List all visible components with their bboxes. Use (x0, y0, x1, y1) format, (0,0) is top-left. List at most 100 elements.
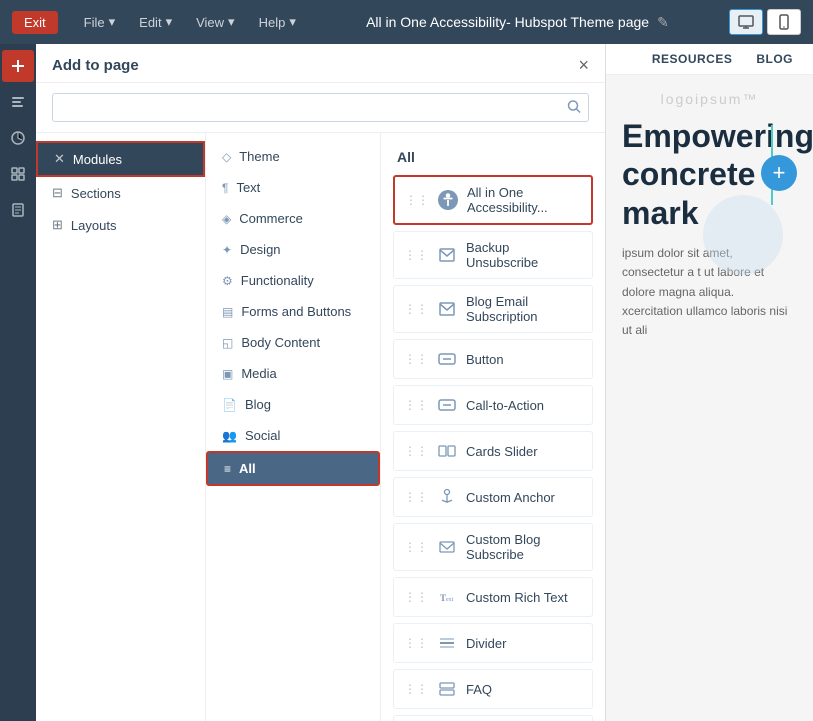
drag-handle-icon: ⋮⋮ (404, 540, 428, 554)
module-name: Button (466, 352, 504, 367)
module-divider-icon (436, 632, 458, 654)
layouts-icon: ⊞ (52, 217, 63, 233)
cat-text[interactable]: ¶Text (206, 172, 380, 203)
module-custom-rich-text[interactable]: ⋮⋮ Text Custom Rich Text (393, 577, 593, 617)
resources-nav-item[interactable]: RESOURCES (652, 52, 733, 66)
module-name: FAQ (466, 682, 492, 697)
add-module-button[interactable] (2, 50, 34, 82)
cat-forms[interactable]: ▤Forms and Buttons (206, 296, 380, 327)
module-name: Backup Unsubscribe (466, 240, 582, 270)
module-cards-icon (436, 440, 458, 462)
layout-button[interactable] (2, 158, 34, 190)
module-all-in-one[interactable]: ⋮⋮ All in One Accessibility... (393, 175, 593, 225)
body-icon: ◱ (222, 336, 233, 350)
file-menu[interactable]: File ▾ (74, 10, 125, 34)
module-email-icon (436, 298, 458, 320)
module-name: Custom Blog Subscribe (466, 532, 582, 562)
module-faq-icon (436, 678, 458, 700)
drag-handle-icon: ⋮⋮ (404, 490, 428, 504)
search-input[interactable] (52, 93, 589, 122)
cat-commerce[interactable]: ◈Commerce (206, 203, 380, 234)
cat-body[interactable]: ◱Body Content (206, 327, 380, 358)
svg-text:ext: ext (446, 597, 454, 603)
layouts-nav-item[interactable]: ⊞ Layouts (36, 209, 205, 241)
navigator-button[interactable] (2, 86, 34, 118)
cat-social[interactable]: 👥Social (206, 420, 380, 451)
style-icon (10, 130, 26, 146)
cat-functionality[interactable]: ⚙Functionality (206, 265, 380, 296)
sections-nav-item[interactable]: ⊟ Sections (36, 177, 205, 209)
sections-icon: ⊟ (52, 185, 63, 201)
decorative-circle (703, 195, 783, 275)
drag-handle-icon: ⋮⋮ (405, 193, 429, 207)
cat-theme[interactable]: ◇Theme (206, 141, 380, 172)
module-cards-slider[interactable]: ⋮⋮ Cards Slider (393, 431, 593, 471)
modules-nav-item[interactable]: ✕ Modules (36, 141, 205, 177)
style-button[interactable] (2, 122, 34, 154)
blog-icon: 📄 (222, 398, 237, 412)
cat-blog[interactable]: 📄Blog (206, 389, 380, 420)
panel-close-button[interactable]: × (578, 56, 589, 74)
drag-handle-icon: ⋮⋮ (404, 636, 428, 650)
module-faq[interactable]: ⋮⋮ FAQ (393, 669, 593, 709)
blog-nav-item[interactable]: BLOG (756, 52, 793, 66)
module-button-icon (436, 348, 458, 370)
module-featured-cards[interactable]: ⋮⋮ Featured Cards (393, 715, 593, 721)
view-menu[interactable]: View ▾ (186, 10, 244, 34)
desktop-icon (738, 14, 754, 30)
design-icon: ✦ (222, 243, 232, 257)
module-blog-subscribe-icon (436, 536, 458, 558)
desktop-view-button[interactable] (729, 9, 763, 35)
panel-modules: All ⋮⋮ All in One Accessibility... ⋮⋮ (381, 133, 605, 721)
module-name: Custom Anchor (466, 490, 555, 505)
module-cta[interactable]: ⋮⋮ Call-to-Action (393, 385, 593, 425)
layout-icon (10, 166, 26, 182)
content-area: RESOURCES BLOG logoipsum™ Empowering con… (606, 44, 813, 721)
module-blog-email[interactable]: ⋮⋮ Blog Email Subscription (393, 285, 593, 333)
functionality-icon: ⚙ (222, 274, 233, 288)
module-button[interactable]: ⋮⋮ Button (393, 339, 593, 379)
exit-button[interactable]: Exit (12, 11, 58, 34)
module-anchor-icon (436, 486, 458, 508)
module-name: Call-to-Action (466, 398, 544, 413)
theme-icon: ◇ (222, 150, 231, 164)
edit-menu[interactable]: Edit ▾ (129, 10, 182, 34)
cat-design[interactable]: ✦Design (206, 234, 380, 265)
commerce-icon: ◈ (222, 212, 231, 226)
module-name: Blog Email Subscription (466, 294, 582, 324)
section-label: All (393, 141, 593, 175)
search-bar (36, 83, 605, 133)
main-layout: Add to page × ✕ Modules ⊟ Sections (0, 44, 813, 721)
sidebar-icons (0, 44, 36, 721)
pages-button[interactable] (2, 194, 34, 226)
drag-handle-icon: ⋮⋮ (404, 682, 428, 696)
module-rich-text-icon: Text (436, 586, 458, 608)
drag-handle-icon: ⋮⋮ (404, 444, 428, 458)
drag-handle-icon: ⋮⋮ (404, 302, 428, 316)
cat-media[interactable]: ▣Media (206, 358, 380, 389)
edit-title-icon[interactable]: ✎ (657, 14, 669, 31)
drag-handle-icon: ⋮⋮ (404, 352, 428, 366)
drag-handle-icon: ⋮⋮ (404, 398, 428, 412)
module-custom-anchor[interactable]: ⋮⋮ Custom Anchor (393, 477, 593, 517)
text-icon: ¶ (222, 181, 228, 195)
mobile-icon (776, 14, 792, 30)
add-to-page-panel: Add to page × ✕ Modules ⊟ Sections (36, 44, 606, 721)
module-cta-icon (436, 394, 458, 416)
module-name: All in One Accessibility... (467, 185, 581, 215)
forms-icon: ▤ (222, 305, 233, 319)
cat-all[interactable]: ≡ All (206, 451, 380, 486)
panel-header: Add to page × (36, 44, 605, 83)
module-name: Divider (466, 636, 506, 651)
content-add-button[interactable]: + (761, 155, 797, 191)
help-menu[interactable]: Help ▾ (249, 10, 306, 34)
file-chevron-icon: ▾ (109, 14, 116, 30)
mobile-view-button[interactable] (767, 9, 801, 35)
content-nav: RESOURCES BLOG (606, 44, 813, 75)
module-custom-blog-subscribe[interactable]: ⋮⋮ Custom Blog Subscribe (393, 523, 593, 571)
topbar: Exit File ▾ Edit ▾ View ▾ Help ▾ All in … (0, 0, 813, 44)
module-divider[interactable]: ⋮⋮ Divider (393, 623, 593, 663)
module-name: Custom Rich Text (466, 590, 568, 605)
module-backup-unsubscribe[interactable]: ⋮⋮ Backup Unsubscribe (393, 231, 593, 279)
pages-icon (10, 202, 26, 218)
